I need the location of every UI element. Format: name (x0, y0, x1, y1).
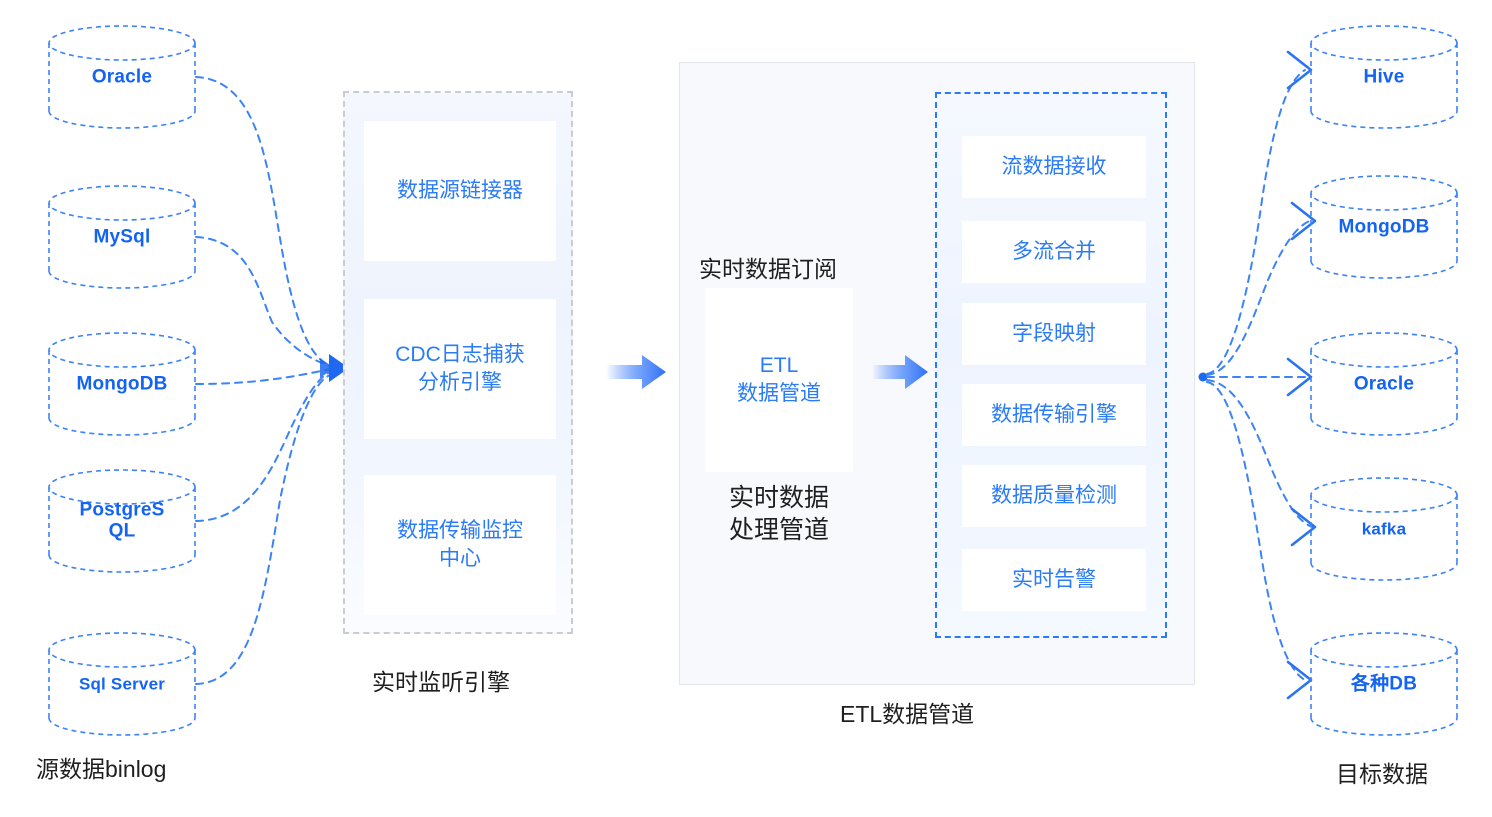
source-db-mysql[interactable]: MySql (48, 185, 196, 289)
etl-stage-label: 字段映射 (1012, 322, 1096, 346)
target-db-various[interactable]: 各种DB (1310, 632, 1458, 736)
sources-caption: 源数据binlog (36, 756, 167, 782)
target-db-label: MongoDB (1338, 216, 1430, 238)
source-db-sqlserver[interactable]: Sql Server (48, 632, 196, 736)
listener-caption: 实时监听引擎 (372, 669, 510, 695)
realtime-subscribe-label: 实时数据订阅 (699, 256, 837, 282)
target-db-label: Hive (1363, 66, 1405, 88)
etl-stage-label: 流数据接收 (1001, 155, 1107, 179)
source-db-label: MongoDB (76, 373, 168, 395)
source-db-mongodb[interactable]: MongoDB (48, 332, 196, 436)
etl-stage-label: 多流合并 (1012, 240, 1096, 264)
etl-stage-label: 数据传输引擎 (991, 403, 1117, 427)
target-db-hive[interactable]: Hive (1310, 25, 1458, 129)
target-db-mongodb[interactable]: MongoDB (1310, 175, 1458, 279)
source-db-postgresql[interactable]: PostgreS QL (48, 469, 196, 573)
target-db-label: Oracle (1353, 373, 1415, 395)
etl-caption: ETL数据管道 (840, 701, 975, 727)
diagram-canvas: Oracle MySql MongoDB PostgreS QL Sql Ser… (0, 0, 1492, 817)
target-db-label: kafka (1361, 519, 1407, 539)
source-convergence-arrowhead-inner (320, 358, 334, 378)
etl-stage-label: 实时告警 (1012, 568, 1096, 592)
source-connectors (195, 76, 331, 685)
target-db-kafka[interactable]: kafka (1310, 477, 1458, 581)
etl-stage-label: 数据质量检测 (991, 484, 1117, 508)
target-fanout-hub (1198, 372, 1208, 382)
etl-stage-list-panel: 流数据接收 多流合并 字段映射 数据传输引擎 数据质量检测 实时告警 (935, 92, 1167, 638)
listener-card-cdc[interactable]: CDC日志捕获 分析引擎 (364, 299, 556, 439)
etl-stage-stream-receive[interactable]: 流数据接收 (962, 136, 1146, 198)
target-db-oracle[interactable]: Oracle (1310, 332, 1458, 436)
etl-pipeline-card-label: ETL 数据管道 (737, 353, 821, 405)
source-db-label: MySql (93, 226, 151, 248)
etl-pipeline-card[interactable]: ETL 数据管道 (705, 288, 853, 472)
target-db-label: 各种DB (1350, 673, 1418, 695)
source-db-label: Oracle (91, 66, 153, 88)
etl-stage-transfer-engine[interactable]: 数据传输引擎 (962, 384, 1146, 446)
target-connectors (1206, 69, 1313, 681)
listener-card-label: CDC日志捕获 分析引擎 (395, 343, 525, 394)
etl-stage-field-mapping[interactable]: 字段映射 (962, 303, 1146, 365)
listener-card-label: 数据传输监控 中心 (397, 519, 523, 570)
etl-stage-realtime-alert[interactable]: 实时告警 (962, 549, 1146, 611)
source-db-label: Sql Server (78, 674, 166, 694)
flow-arrow-listener-to-etl (606, 355, 666, 389)
etl-stage-stream-merge[interactable]: 多流合并 (962, 221, 1146, 283)
listener-card-monitor[interactable]: 数据传输监控 中心 (364, 475, 556, 615)
etl-stage-quality-check[interactable]: 数据质量检测 (962, 465, 1146, 527)
listener-engine-panel: 数据源链接器 CDC日志捕获 分析引擎 数据传输监控 中心 (343, 91, 573, 634)
listener-card-label: 数据源链接器 (397, 179, 523, 203)
listener-card-connector[interactable]: 数据源链接器 (364, 121, 556, 261)
source-db-label: PostgreS QL (79, 499, 165, 542)
targets-caption: 目标数据 (1336, 761, 1428, 787)
etl-pipeline-sub-caption: 实时数据 处理管道 (728, 484, 829, 544)
flow-arrow-etl-to-stages (872, 355, 928, 389)
source-db-oracle[interactable]: Oracle (48, 25, 196, 129)
